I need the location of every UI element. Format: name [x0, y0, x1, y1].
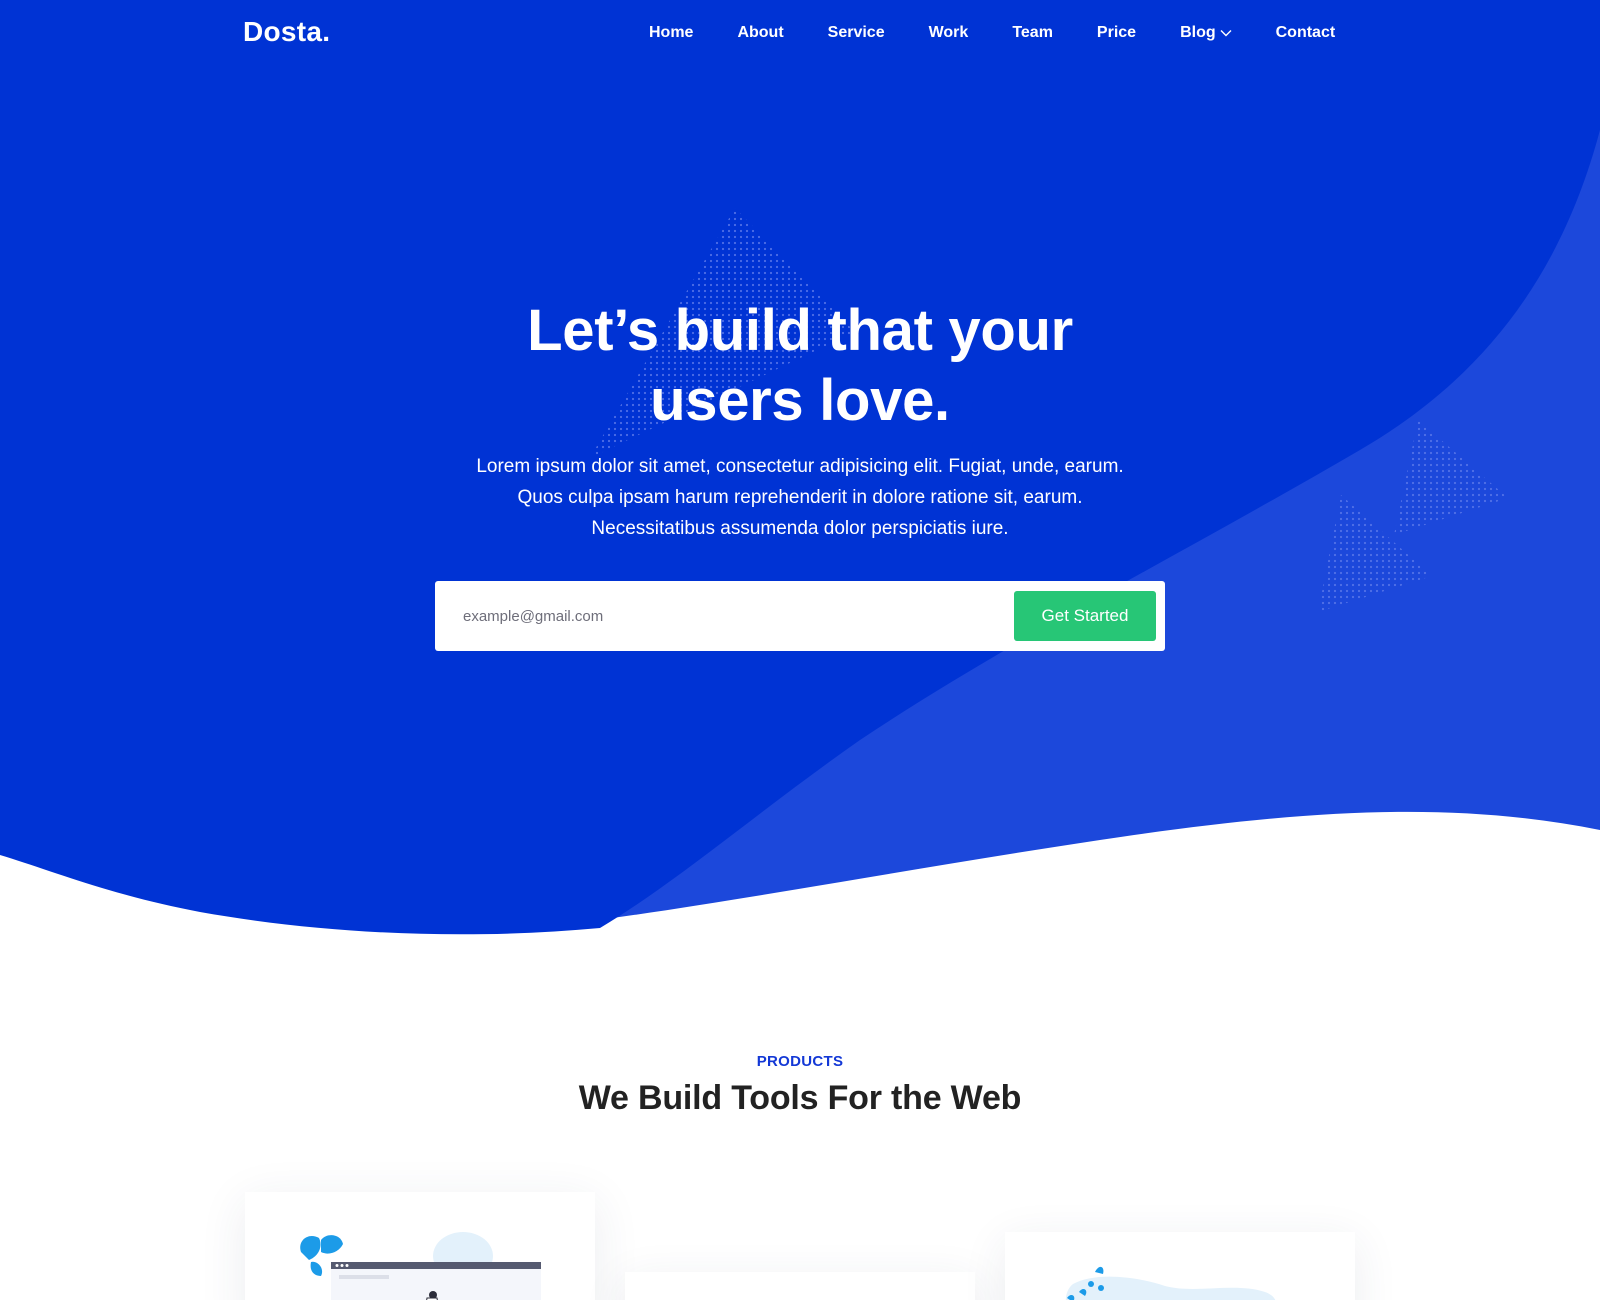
subscribe-form: Get Started: [435, 581, 1165, 651]
main-menu: Home About Service Work Team Price Blog …: [649, 24, 1335, 42]
product-card[interactable]: [625, 1272, 975, 1300]
nav-item-service[interactable]: Service: [828, 24, 885, 42]
email-input[interactable]: [463, 596, 983, 636]
product-illustration: [1065, 1266, 1276, 1300]
hero-description-line-1: Lorem ipsum dolor sit amet, consectetur …: [476, 456, 1124, 477]
nav-item-home[interactable]: Home: [649, 24, 693, 42]
hero-title-line-2: users love.: [650, 368, 950, 433]
section-title: We Build Tools For the Web: [578, 1079, 1022, 1117]
get-started-button[interactable]: Get Started: [1014, 591, 1156, 641]
product-card[interactable]: [245, 1192, 595, 1300]
logo[interactable]: Dosta.: [243, 16, 330, 48]
hero-title-line-1: Let’s build that your: [527, 298, 1073, 363]
hero-description-line-3: Necessitatibus assumenda dolor perspicia…: [591, 518, 1009, 539]
nav-item-about[interactable]: About: [737, 24, 783, 42]
navbar: Dosta. Home About Service Work Team Pric…: [0, 0, 1600, 70]
section-eyebrow: PRODUCTS: [756, 1053, 844, 1070]
nav-item-team[interactable]: Team: [1012, 24, 1053, 42]
chevron-down-icon: [1220, 29, 1232, 37]
hero-description: Lorem ipsum dolor sit amet, consectetur …: [400, 451, 1200, 544]
nav-item-contact[interactable]: Contact: [1276, 24, 1336, 42]
nav-item-blog-label: Blog: [1180, 24, 1216, 41]
nav-item-work[interactable]: Work: [929, 24, 969, 42]
nav-item-blog[interactable]: Blog: [1180, 24, 1232, 42]
product-card[interactable]: [1005, 1232, 1355, 1300]
hero-description-line-2: Quos culpa ipsam harum reprehenderit in …: [517, 487, 1083, 508]
product-illustration: [300, 1232, 541, 1300]
hero-section: Dosta. Home About Service Work Team Pric…: [0, 0, 1600, 960]
nav-item-price[interactable]: Price: [1097, 24, 1136, 42]
hero-title: Let’s build that your users love.: [300, 296, 1300, 436]
